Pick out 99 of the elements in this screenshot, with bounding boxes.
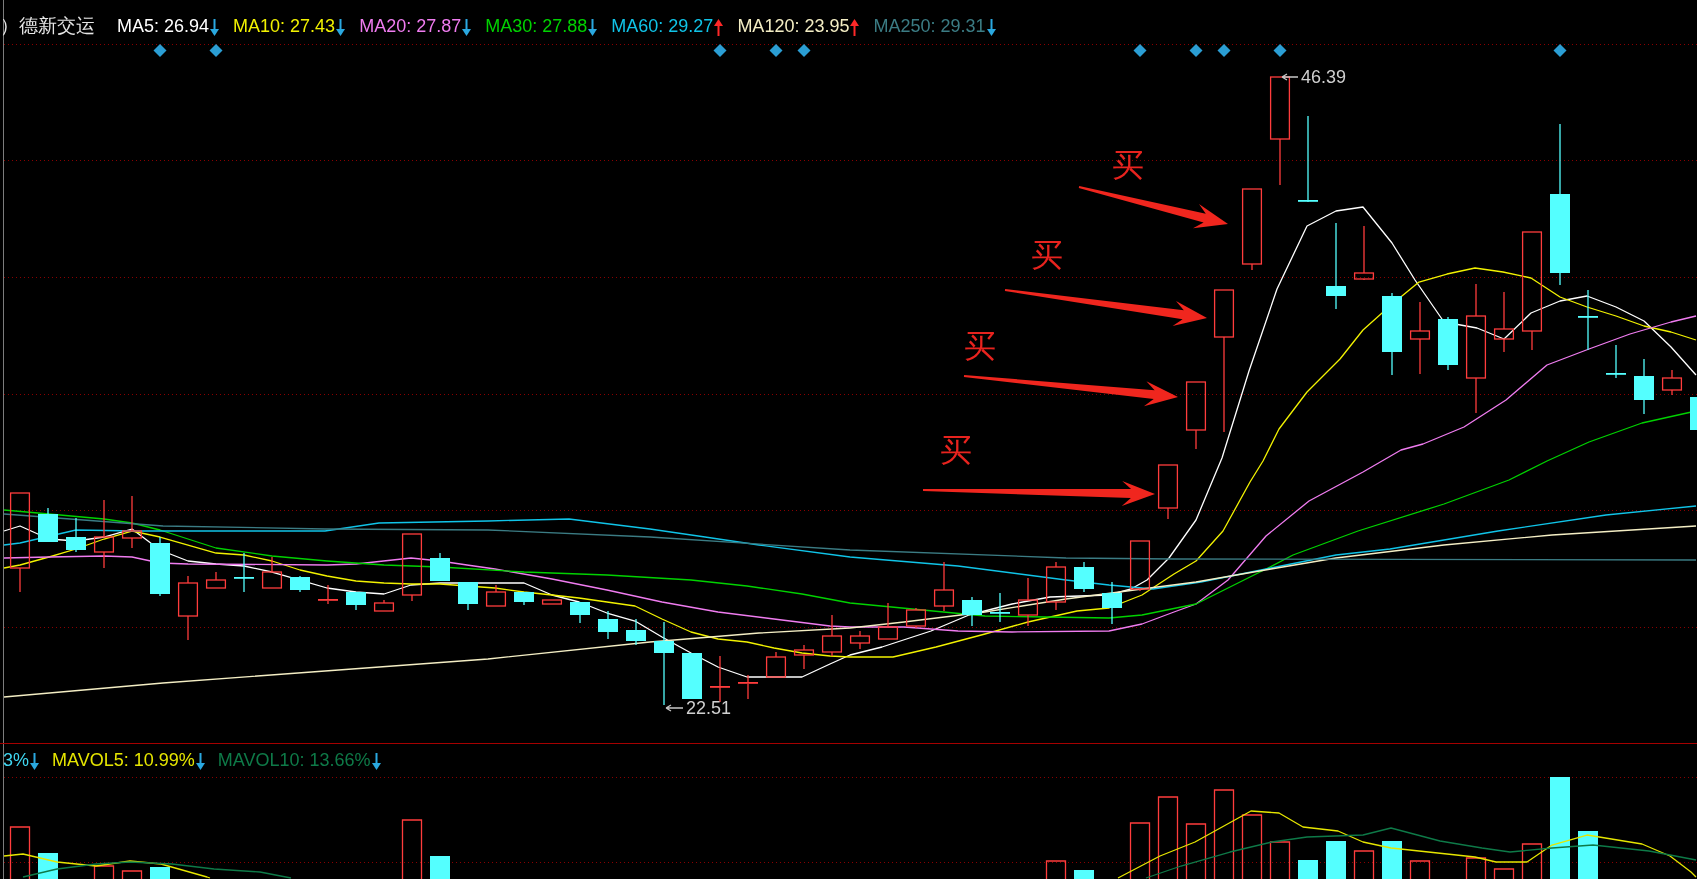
diamond-icon [1273,44,1287,57]
volume-bar [1074,870,1094,879]
candlestick [682,652,702,700]
candlestick [1438,316,1458,371]
candlestick [793,644,815,670]
volume-bar [1493,868,1515,879]
candlestick [1045,561,1067,611]
candlestick [821,614,843,657]
diamond-icon [209,44,223,57]
candlestick [710,655,730,703]
candlestick [1017,577,1039,627]
diamond-icon [1553,44,1567,57]
indicator-reading: MA60: 29.27 [611,15,714,37]
indicator-reading: MA30: 27.88 [485,15,588,37]
candlestick [150,536,170,597]
diamond-icon [153,44,167,57]
indicator-reading: MA5: 26.94 [117,15,210,37]
candlestick [234,552,254,593]
indicator-reading: MAVOL10: 13.66% [217,749,371,771]
candlestick [261,556,283,589]
volume-bar [1326,841,1346,879]
volume-bar [1269,841,1291,879]
indicator-reading: MA250: 29.31 [873,15,986,37]
candlestick [93,499,115,569]
candlestick [990,592,1010,623]
annotation-label: 买 [1112,147,1144,183]
price-label: 46.39 [1301,67,1347,87]
volume-bar [1045,860,1067,879]
volume-bar [9,826,31,879]
indicator-reading: MA20: 27.87 [359,15,462,37]
annotation-label: 买 [940,432,972,468]
candlestick [485,584,507,607]
candlestick [66,517,86,553]
candlestick [458,581,478,611]
leader-arrow [665,704,684,712]
candlestick [765,651,787,678]
candlestick [738,674,758,700]
diamond-icon [1189,44,1203,57]
candlestick [849,630,871,650]
candlestick [121,495,143,549]
candlestick [570,601,590,624]
annotation-label: 买 [1031,237,1063,273]
annotation-label: 买 [964,328,996,364]
volume-bar [1185,823,1207,879]
volume-bar [1465,857,1487,879]
leader-arrow [1281,73,1299,81]
candlestick [905,607,927,629]
candlestick [177,575,199,641]
volume-bar [401,819,423,879]
volume-bar [121,870,143,879]
candlestick [1634,358,1654,415]
volume-bar [1129,822,1151,879]
volume-bar [1353,850,1375,879]
candlestick [205,571,227,589]
diamond-icon [797,44,811,57]
candlestick [346,591,366,611]
indicator-reading: MAVOL5: 10.99% [52,749,195,771]
indicator-reading: MA120: 23.95 [737,15,850,37]
indicator-reading: MA10: 27.43 [233,15,336,37]
candlestick [933,561,955,612]
candlestick [1129,540,1151,592]
candlestick [626,618,646,646]
candlestick [1606,344,1626,379]
candlestick [877,602,899,640]
volume-bar [430,856,450,879]
candlestick [430,552,450,582]
candlestick [541,599,563,605]
volume-bar [1409,860,1431,879]
candlestick [1157,464,1179,520]
candlestick [1185,381,1207,450]
volume-bar [1521,843,1543,879]
volume-bar [93,865,115,879]
candlestick [1074,561,1094,593]
volume-bar [1241,814,1263,879]
candlestick [373,599,395,612]
candlestick [598,610,618,640]
volume-bar [150,867,170,879]
candlestick [1353,225,1375,281]
candlestick [1493,291,1515,353]
diamond-icon [1133,44,1147,57]
candlestick [290,575,310,593]
candlestick [318,584,338,605]
indicator-reading: 3% [3,749,29,771]
candlestick [1578,289,1598,351]
stock-name: ）德新交运 [0,13,95,38]
candlestick [514,591,534,606]
candlestick [1661,369,1683,396]
diamond-icon [769,44,783,57]
candlestick [1690,397,1697,430]
diamond-icon [713,44,727,57]
diamond-icon [1217,44,1231,57]
volume-bar [1382,841,1402,879]
candlestick [1102,581,1122,625]
price-label: 22.51 [686,698,732,718]
candlestick [962,596,982,627]
volume-bar [1298,860,1318,879]
volume-bar [1578,831,1598,879]
candlestick [38,507,58,543]
candlestick [401,533,423,602]
